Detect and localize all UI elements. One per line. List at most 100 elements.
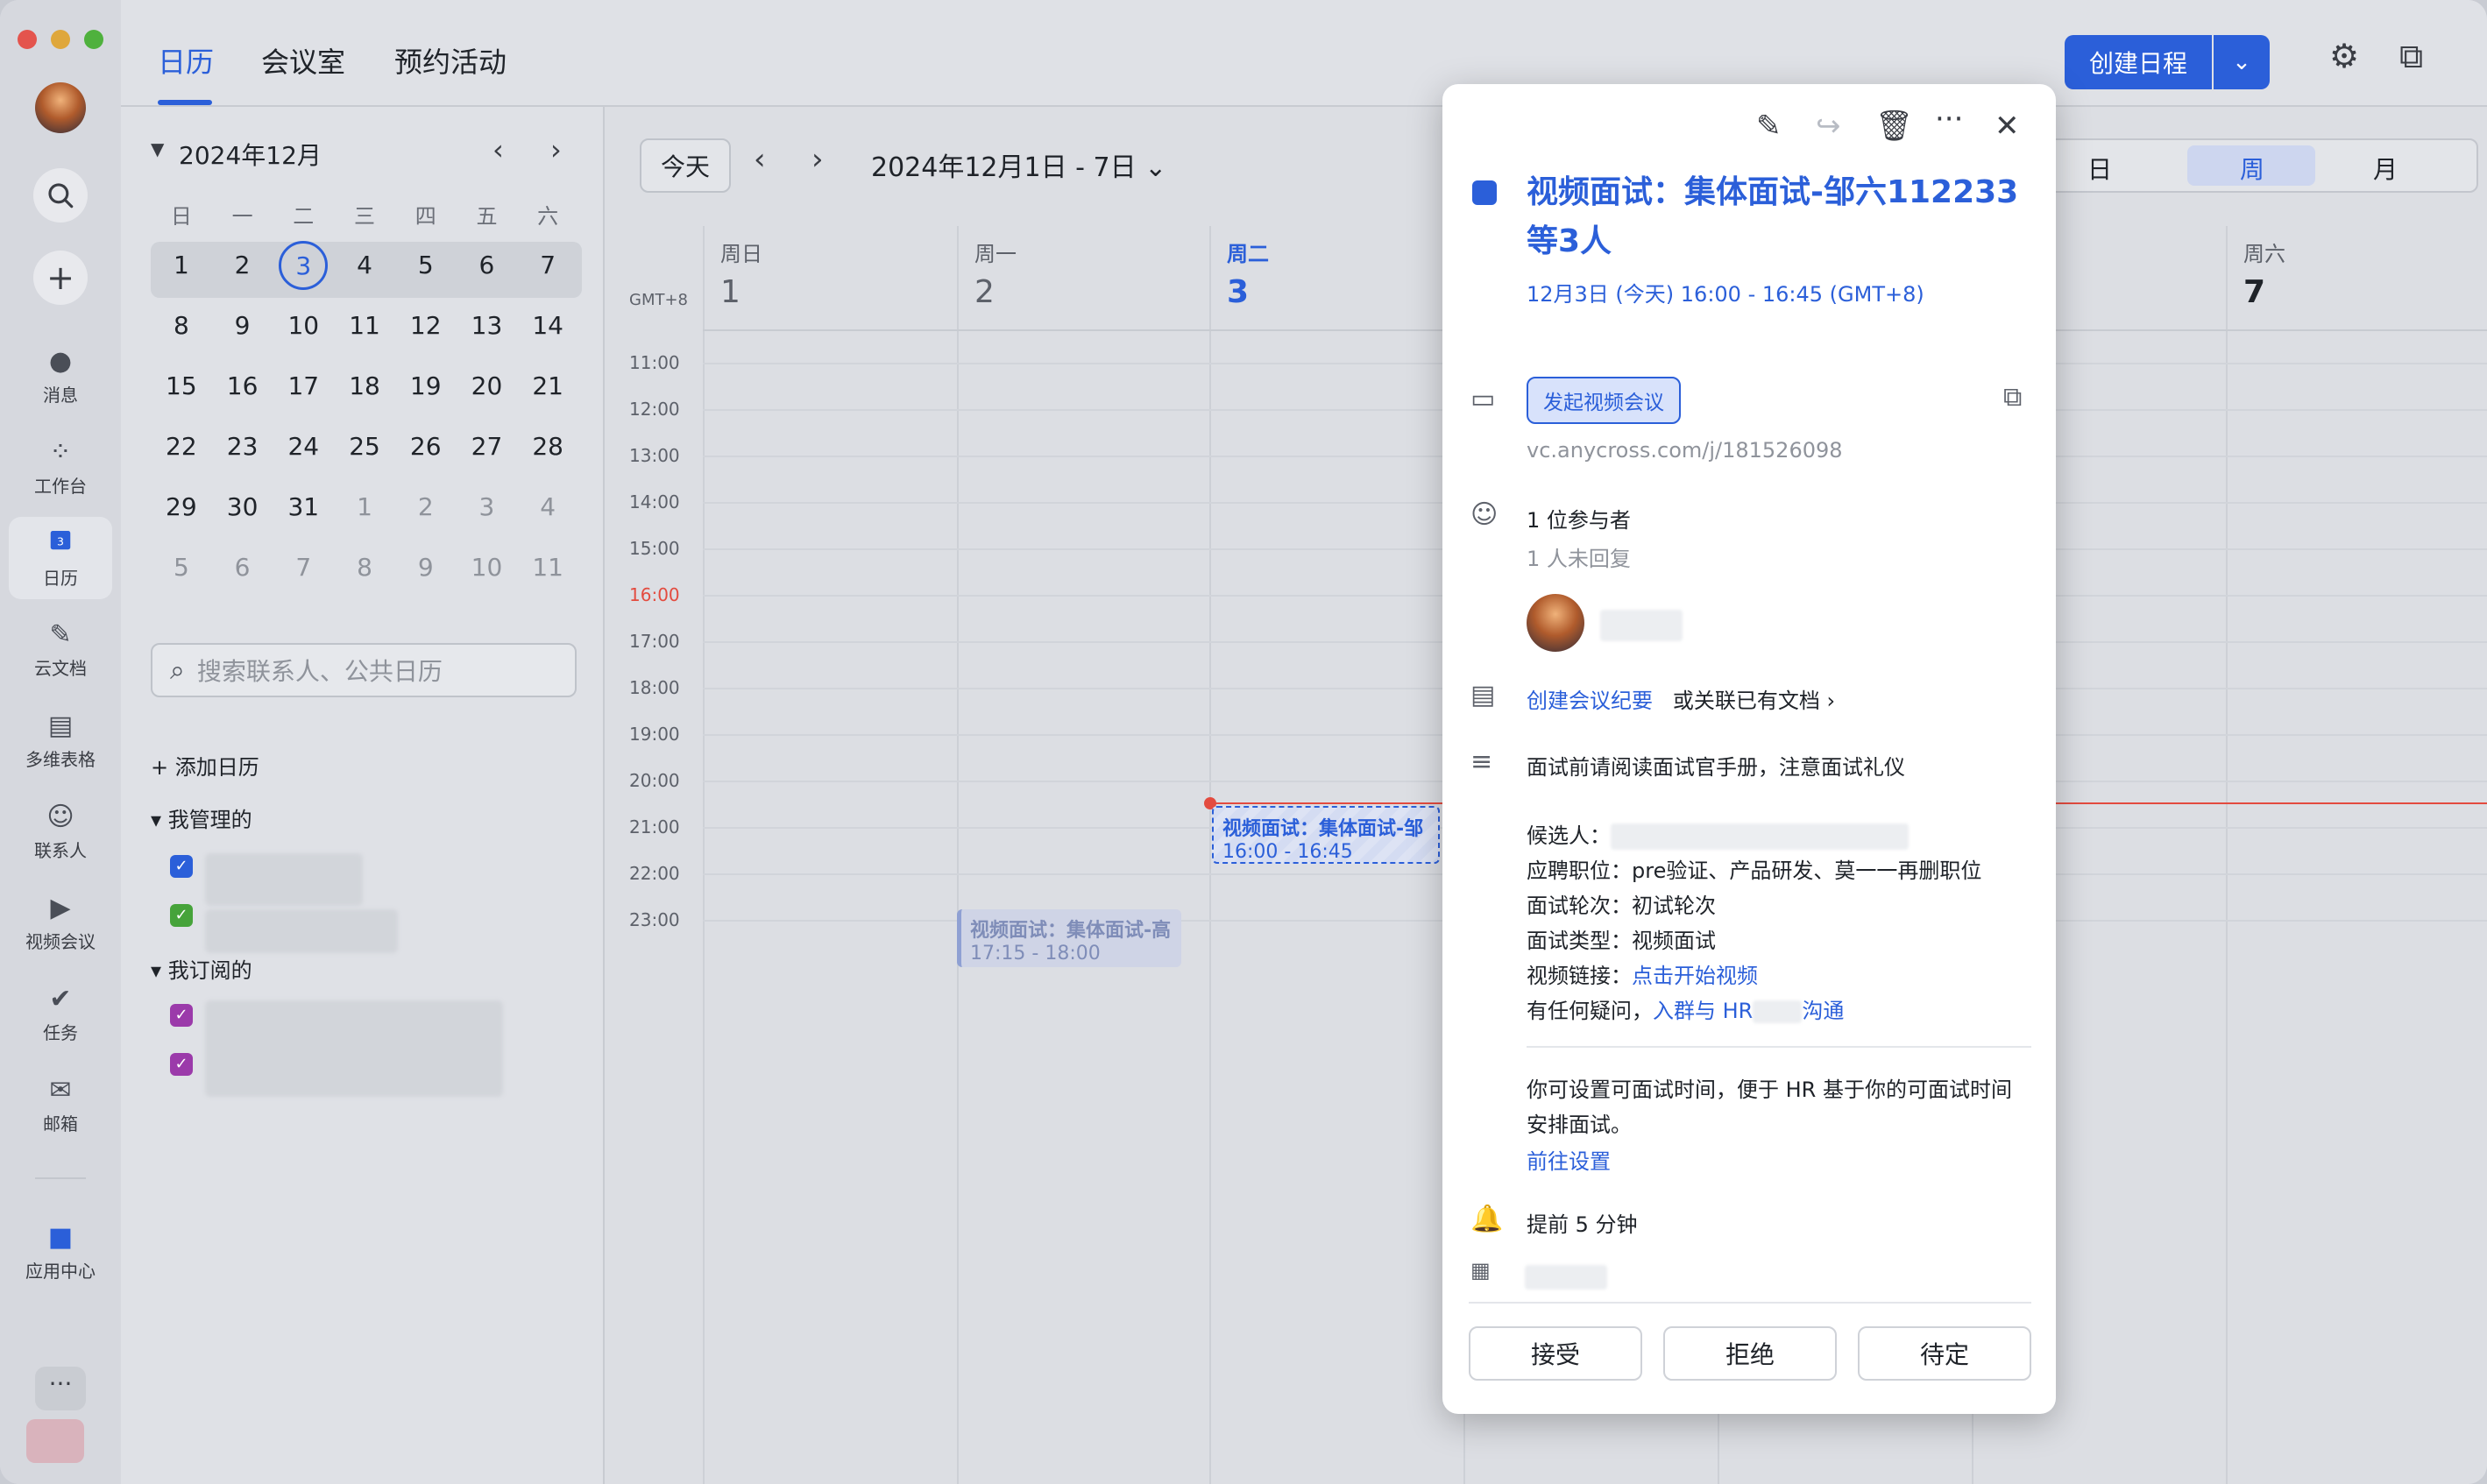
view-month[interactable]: 月: [2373, 151, 2398, 186]
managed-calendars-header[interactable]: ▾ 我管理的: [151, 802, 252, 833]
nav-app-center[interactable]: ■ 应用中心: [9, 1211, 112, 1293]
user-avatar[interactable]: [35, 82, 86, 133]
prev-month-icon[interactable]: ‹: [492, 133, 504, 166]
nav-tasks[interactable]: ✔ 任务: [9, 972, 112, 1055]
start-video-meeting-button[interactable]: 发起视频会议: [1527, 377, 1681, 424]
mini-calendar-day[interactable]: 26: [395, 432, 457, 461]
event-interview-selected[interactable]: 视频面试：集体面试-邹 16:00 - 16:45: [1212, 806, 1440, 864]
mini-calendar-day[interactable]: 2: [212, 251, 273, 279]
tab-booking[interactable]: 预约活动: [394, 40, 507, 81]
calendar-checkbox[interactable]: ✓: [170, 1053, 193, 1076]
maximize-window-button[interactable]: [84, 30, 103, 49]
day-header-sun[interactable]: 周日 1: [720, 237, 762, 310]
mini-calendar-day[interactable]: 8: [151, 311, 212, 340]
next-week-icon[interactable]: ›: [811, 142, 824, 177]
add-button[interactable]: +: [33, 251, 88, 305]
mini-calendar-day[interactable]: 18: [334, 371, 395, 400]
video-meeting-link[interactable]: vc.anycross.com/j/181526098: [1527, 438, 1843, 463]
mini-calendar-day[interactable]: 13: [457, 311, 518, 340]
search-button[interactable]: [33, 168, 88, 223]
prev-week-icon[interactable]: ‹: [754, 142, 766, 177]
mini-calendar-day[interactable]: 31: [273, 492, 334, 521]
mini-calendar-day[interactable]: 21: [517, 371, 578, 400]
close-icon[interactable]: ✕: [1995, 109, 2020, 144]
mini-calendar-day[interactable]: 9: [212, 311, 273, 340]
edit-icon[interactable]: ✎: [1756, 109, 1782, 144]
tentative-button[interactable]: 待定: [1858, 1326, 2031, 1381]
mini-calendar-day[interactable]: 23: [212, 432, 273, 461]
gear-icon[interactable]: ⚙: [2329, 37, 2359, 75]
mini-calendar-day[interactable]: 11: [517, 553, 578, 582]
mini-calendar-day[interactable]: 12: [395, 311, 457, 340]
mini-calendar-day[interactable]: 10: [273, 311, 334, 340]
calendar-checkbox[interactable]: ✓: [170, 1004, 193, 1027]
search-contacts-input[interactable]: ⌕ 搜索联系人、公共日历: [151, 643, 577, 697]
mini-calendar-day[interactable]: 7: [273, 553, 334, 582]
more-icon[interactable]: ···: [1935, 102, 1963, 137]
subscribed-calendars-header[interactable]: ▾ 我订阅的: [151, 953, 252, 984]
mini-calendar-day[interactable]: 1: [334, 492, 395, 521]
mini-calendar-day[interactable]: 15: [151, 371, 212, 400]
mini-calendar-day[interactable]: 3: [457, 492, 518, 521]
view-week[interactable]: 周: [2240, 151, 2264, 186]
start-video-link[interactable]: 点击开始视频: [1632, 964, 1758, 988]
create-dropdown-button[interactable]: ⌄: [2214, 35, 2270, 89]
nav-mail[interactable]: ✉ 邮箱: [9, 1064, 112, 1146]
mini-calendar-day[interactable]: 3: [273, 240, 334, 290]
mini-calendar-day[interactable]: 11: [334, 311, 395, 340]
mini-calendar-day[interactable]: 24: [273, 432, 334, 461]
minimize-window-button[interactable]: [51, 30, 70, 49]
mini-calendar-day[interactable]: 5: [151, 553, 212, 582]
link-doc-link[interactable]: 或关联已有文档: [1673, 689, 1820, 713]
copy-icon[interactable]: ⧉: [2003, 382, 2022, 413]
tab-meeting-room[interactable]: 会议室: [261, 40, 345, 81]
create-minutes-link[interactable]: 创建会议纪要: [1527, 689, 1653, 713]
nav-messages[interactable]: ● 消息: [9, 335, 112, 417]
mini-calendar-day[interactable]: 20: [457, 371, 518, 400]
mini-calendar-day[interactable]: 29: [151, 492, 212, 521]
attendee-avatar[interactable]: [1527, 594, 1584, 652]
mini-calendar-day[interactable]: 5: [395, 251, 457, 279]
mini-calendar-day[interactable]: 4: [334, 251, 395, 279]
mini-calendar-day[interactable]: 8: [334, 553, 395, 582]
calendar-checkbox[interactable]: ✓: [170, 855, 193, 878]
nav-docs[interactable]: ✎ 云文档: [9, 608, 112, 690]
nav-contacts[interactable]: ☺ 联系人: [9, 790, 112, 873]
create-event-button[interactable]: 创建日程: [2065, 35, 2212, 89]
add-calendar-button[interactable]: + 添加日历: [151, 750, 259, 781]
nav-calendar[interactable]: 3 日历: [9, 517, 112, 599]
calendar-checkbox[interactable]: ✓: [170, 904, 193, 927]
profile-tile[interactable]: [26, 1419, 84, 1463]
event-interview[interactable]: 视频面试：集体面试-高 17:15 - 18:00: [957, 909, 1181, 967]
day-header-sat[interactable]: 周六 7: [2243, 237, 2285, 310]
more-apps-button[interactable]: ···: [35, 1367, 86, 1410]
attendees-count[interactable]: 1 位参与者: [1527, 503, 1631, 534]
nav-workbench[interactable]: ⁘ 工作台: [9, 426, 112, 508]
date-range-selector[interactable]: 2024年12月1日 - 7日 ⌄: [871, 145, 1166, 184]
join-group-link[interactable]: 入群与 HR 沟通: [1653, 999, 1844, 1023]
mini-calendar-day[interactable]: 19: [395, 371, 457, 400]
mini-calendar-day[interactable]: 27: [457, 432, 518, 461]
mini-calendar-day[interactable]: 1: [151, 251, 212, 279]
tab-calendar[interactable]: 日历: [158, 40, 214, 81]
accept-button[interactable]: 接受: [1469, 1326, 1642, 1381]
mini-calendar-day[interactable]: 10: [457, 553, 518, 582]
nav-video-meeting[interactable]: ▶ 视频会议: [9, 881, 112, 964]
next-month-icon[interactable]: ›: [550, 133, 562, 166]
share-icon[interactable]: ↪: [1816, 109, 1841, 144]
decline-button[interactable]: 拒绝: [1663, 1326, 1837, 1381]
close-window-button[interactable]: [18, 30, 37, 49]
today-button[interactable]: 今天: [640, 138, 731, 193]
mini-calendar-day[interactable]: 14: [517, 311, 578, 340]
day-header-mon[interactable]: 周一 2: [974, 237, 1017, 310]
goto-settings-link[interactable]: 前往设置: [1527, 1144, 1611, 1175]
mini-calendar-day[interactable]: 25: [334, 432, 395, 461]
mini-calendar-day[interactable]: 9: [395, 553, 457, 582]
day-header-tue[interactable]: 周二 3: [1227, 237, 1269, 310]
mini-calendar-day[interactable]: 16: [212, 371, 273, 400]
mini-calendar-day[interactable]: 6: [457, 251, 518, 279]
nav-base[interactable]: ▤ 多维表格: [9, 699, 112, 781]
mini-calendar-day[interactable]: 30: [212, 492, 273, 521]
mini-calendar-day[interactable]: 28: [517, 432, 578, 461]
trash-icon[interactable]: 🗑: [1875, 109, 1913, 144]
